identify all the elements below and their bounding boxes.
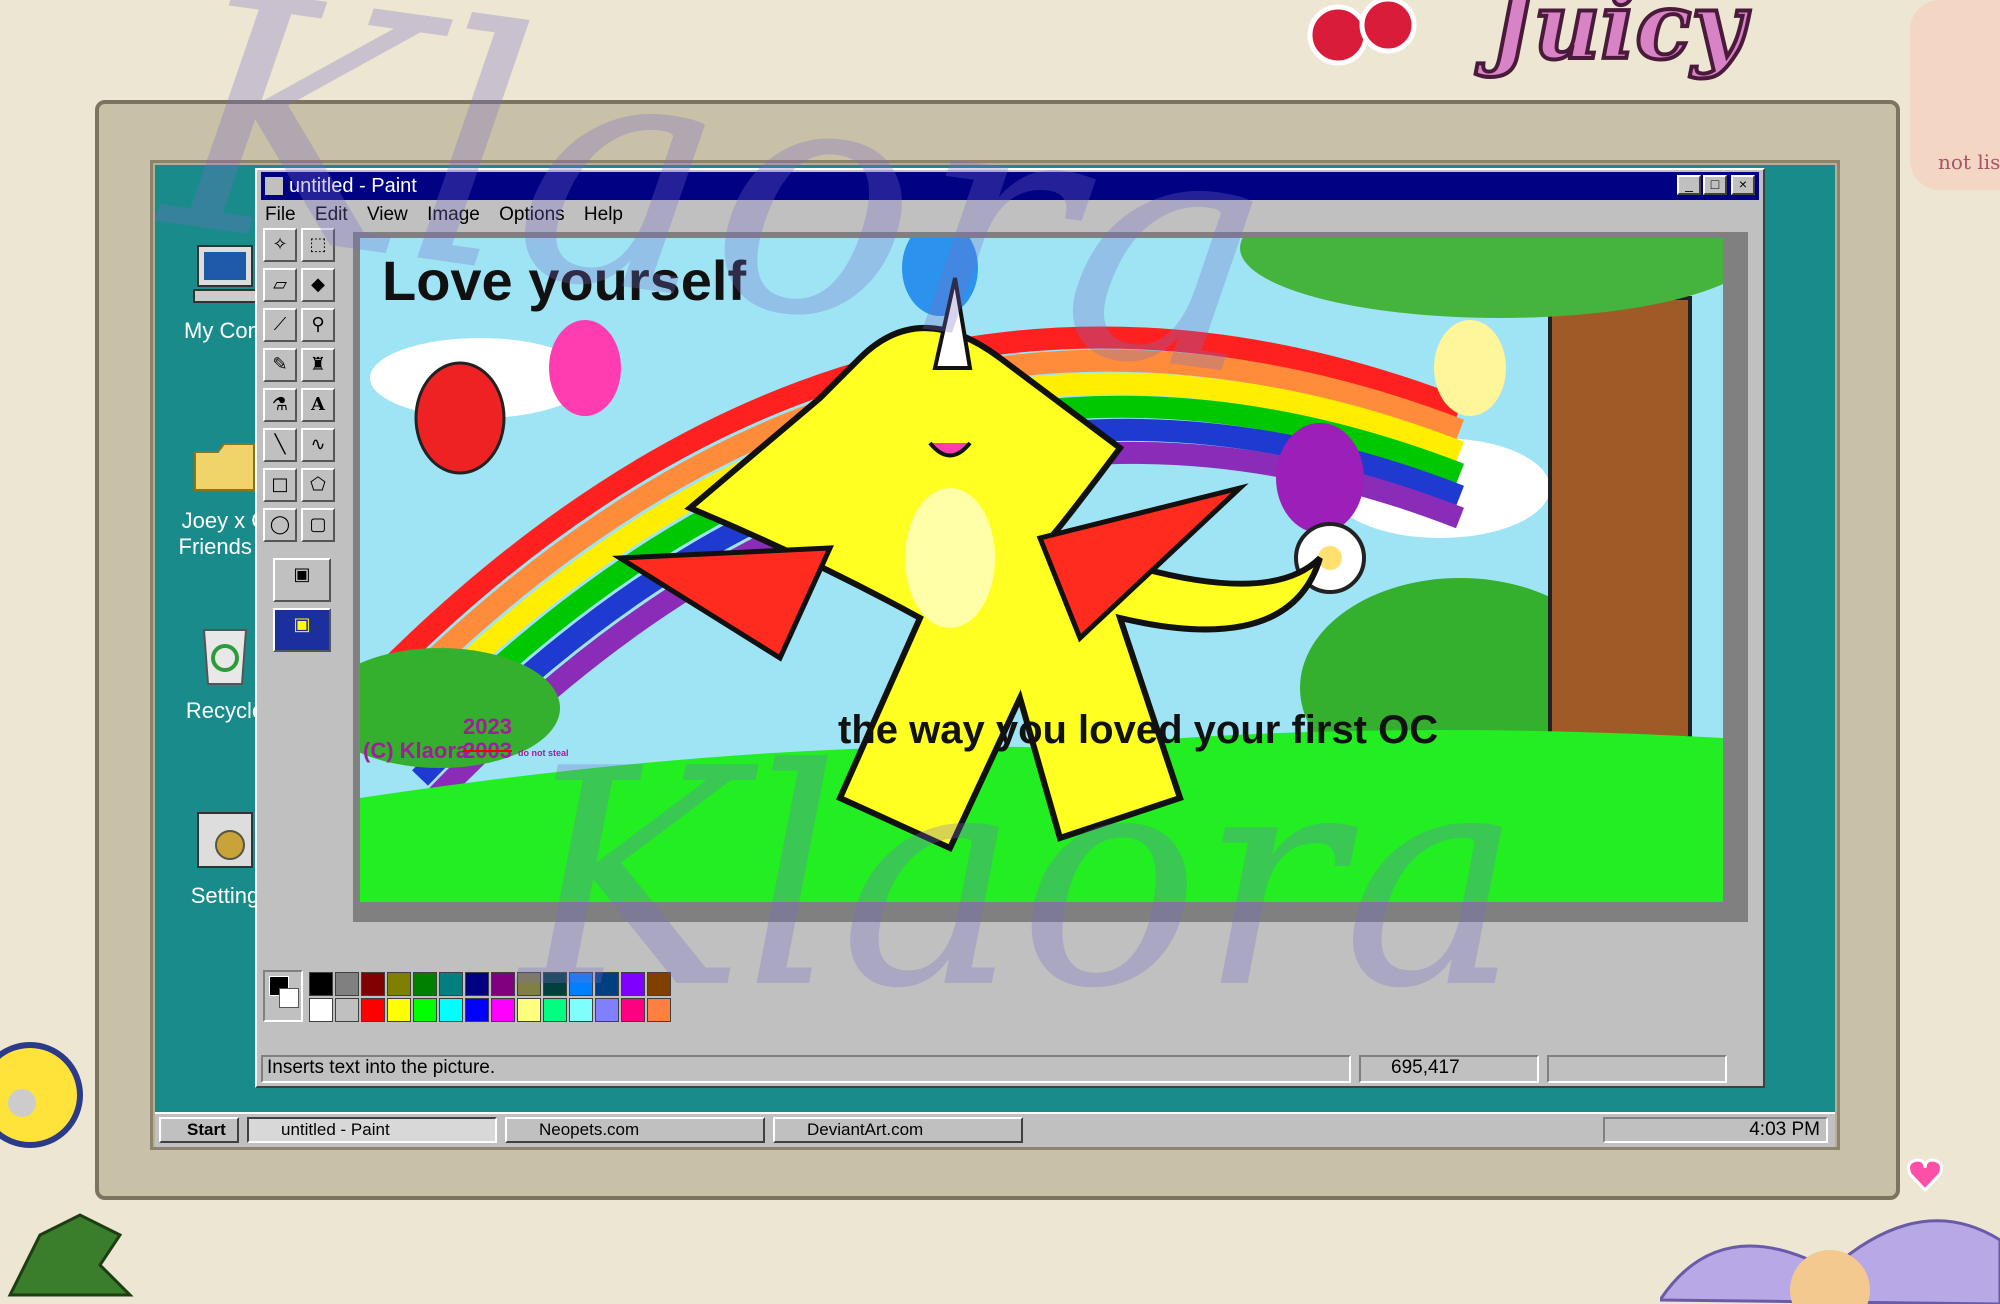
watermark-line2: Klaora — [520, 705, 1522, 1054]
current-colors[interactable] — [263, 970, 303, 1022]
taskbar-item-paint[interactable]: untitled - Paint — [247, 1117, 497, 1143]
status-bar: Inserts text into the picture. 695,417 — [261, 1055, 1759, 1083]
recycle-bin-icon — [190, 620, 260, 690]
palette-swatch[interactable] — [465, 972, 489, 996]
taskbar: Start untitled - Paint Neopets.com Devia… — [155, 1112, 1835, 1147]
status-coordinates: 695,417 — [1359, 1055, 1539, 1083]
bunny-sticker-text: not liste — [1938, 150, 2000, 174]
cherries-sticker — [1307, 0, 1417, 66]
status-selection-size — [1547, 1055, 1727, 1083]
taskbar-item-label: DeviantArt.com — [807, 1120, 924, 1139]
palette-swatch[interactable] — [309, 972, 333, 996]
status-text: Inserts text into the picture. — [261, 1055, 1351, 1083]
line-tool[interactable]: ╲ — [263, 428, 297, 462]
taskbar-item-label: untitled - Paint — [281, 1120, 390, 1139]
palette-swatch[interactable] — [439, 972, 463, 996]
palette-swatch[interactable] — [413, 998, 437, 1022]
canvas-year-old: 2003 — [463, 738, 512, 763]
hearts-sticker — [1907, 1158, 1943, 1193]
juicy-sticker: Juicy — [1488, 0, 1747, 82]
bunny-sticker: not liste — [1910, 0, 2000, 190]
tool-option-transparent[interactable]: ▣ — [273, 608, 331, 652]
curve-tool[interactable]: ∿ — [301, 428, 335, 462]
palette-swatch[interactable] — [387, 972, 411, 996]
tool-option-opaque[interactable]: ▣ — [273, 558, 331, 602]
palette-swatch[interactable] — [309, 998, 333, 1022]
taskbar-item-deviantart[interactable]: DeviantArt.com — [773, 1117, 1023, 1143]
smiley-cd-sticker — [0, 1042, 83, 1148]
close-button[interactable]: × — [1731, 175, 1755, 195]
settings-icon — [190, 805, 260, 875]
palette-swatch[interactable] — [387, 998, 411, 1022]
brush-tool[interactable]: ♜ — [301, 348, 335, 382]
taskbar-item-neopets[interactable]: Neopets.com — [505, 1117, 765, 1143]
pencil-tool[interactable]: ✎ — [263, 348, 297, 382]
start-label: Start — [187, 1120, 226, 1139]
polygon-tool[interactable]: ⬠ — [301, 468, 335, 502]
palette-swatch[interactable] — [439, 998, 463, 1022]
rectangle-tool[interactable]: □ — [263, 468, 297, 502]
start-button[interactable]: Start — [159, 1117, 239, 1143]
maximize-button[interactable]: □ — [1703, 175, 1727, 195]
ellipse-tool[interactable]: ◯ — [263, 508, 297, 542]
system-tray: 4:03 PM — [1603, 1117, 1828, 1143]
canvas-year-new: 2023 — [463, 714, 512, 739]
palette-swatch[interactable] — [361, 972, 385, 996]
rounded-rect-tool[interactable]: ▢ — [301, 508, 335, 542]
palette-swatch[interactable] — [361, 998, 385, 1022]
clock[interactable]: 4:03 PM — [1749, 1119, 1820, 1140]
dragon-sticker — [7, 1213, 134, 1297]
palette-swatch[interactable] — [413, 972, 437, 996]
palette-swatch[interactable] — [335, 998, 359, 1022]
palette-swatch[interactable] — [465, 998, 489, 1022]
minimize-button[interactable]: _ — [1677, 175, 1701, 195]
folder-icon — [190, 430, 260, 500]
text-tool[interactable]: A — [301, 388, 335, 422]
palette-swatch[interactable] — [335, 972, 359, 996]
airbrush-tool[interactable]: ⚗ — [263, 388, 297, 422]
taskbar-item-label: Neopets.com — [539, 1120, 640, 1139]
palette-swatch[interactable] — [491, 972, 515, 996]
canvas-copyright: (C) Klaora — [363, 738, 469, 763]
palette-swatch[interactable] — [491, 998, 515, 1022]
